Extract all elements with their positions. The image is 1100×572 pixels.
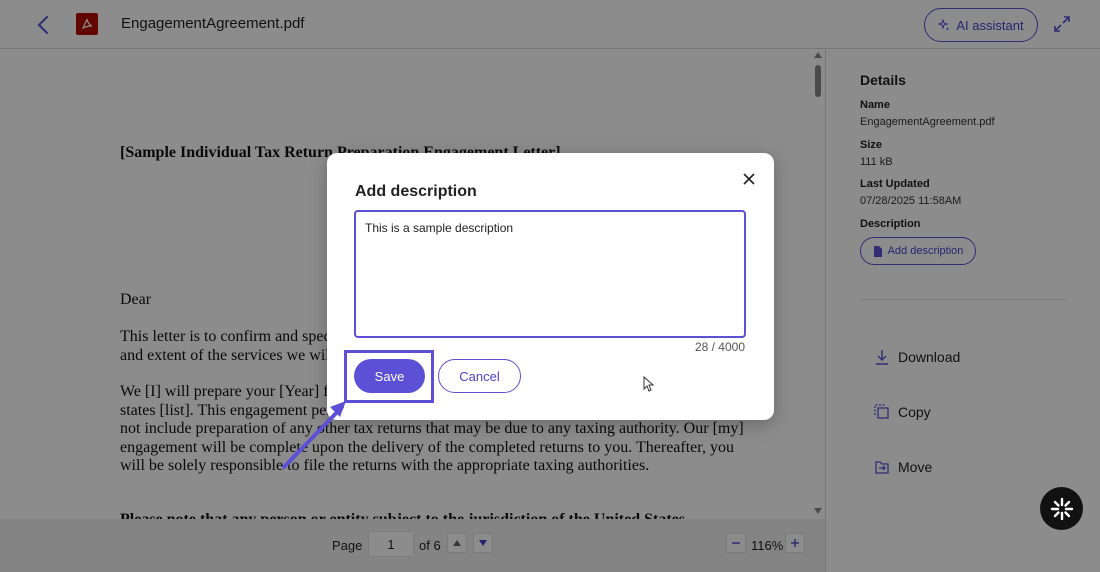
description-textarea[interactable]: This is a sample description [354, 210, 746, 338]
chat-assistant-button[interactable] [1040, 487, 1083, 530]
close-button[interactable] [739, 169, 759, 189]
dialog-title: Add description [355, 183, 477, 200]
starburst-logo-icon [1050, 497, 1073, 520]
cancel-button[interactable]: Cancel [438, 359, 521, 393]
close-icon [743, 173, 755, 185]
annotation-arrow-icon [282, 401, 346, 469]
character-count: 28 / 4000 [694, 340, 745, 354]
mouse-cursor-icon [643, 376, 655, 392]
